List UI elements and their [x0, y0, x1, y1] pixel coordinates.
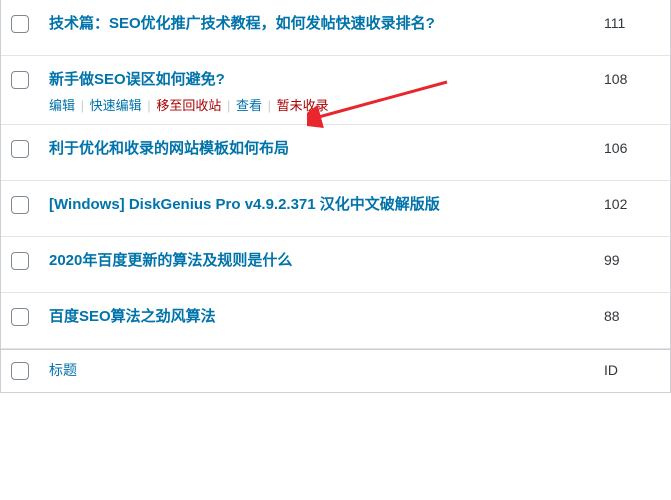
post-id: 99 — [604, 250, 660, 268]
checkbox-cell — [11, 250, 43, 270]
checkbox-cell — [11, 306, 43, 326]
post-id: 106 — [604, 138, 660, 156]
post-title-link[interactable]: [Windows] DiskGenius Pro v4.9.2.371 汉化中文… — [49, 196, 440, 213]
table-footer-row: 标题 ID — [1, 349, 670, 393]
table-row: 新手做SEO误区如何避免? 108 编辑 | 快速编辑 | 移至回收站 | 查看… — [1, 56, 670, 125]
select-all-checkbox[interactable] — [11, 362, 29, 380]
row-checkbox[interactable] — [11, 308, 29, 326]
post-id: 88 — [604, 306, 660, 324]
post-id: 108 — [604, 69, 660, 87]
post-title-link[interactable]: 利于优化和收录的网站模板如何布局 — [49, 140, 289, 157]
separator: | — [266, 98, 273, 113]
separator: | — [225, 98, 232, 113]
posts-table: 技术篇：SEO优化推广技术教程，如何发帖快速收录排名? 111 新手做SEO误区… — [0, 0, 671, 393]
separator: | — [79, 98, 86, 113]
table-row: [Windows] DiskGenius Pro v4.9.2.371 汉化中文… — [1, 181, 670, 237]
edit-action[interactable]: 编辑 — [49, 98, 75, 113]
view-action[interactable]: 查看 — [236, 98, 262, 113]
checkbox-cell — [11, 69, 43, 89]
post-id: 102 — [604, 194, 660, 212]
table-row: 2020年百度更新的算法及规则是什么 99 — [1, 237, 670, 293]
checkbox-cell — [11, 13, 43, 33]
checkbox-cell — [11, 138, 43, 158]
post-id: 111 — [604, 13, 660, 31]
unindexed-action[interactable]: 暂未收录 — [277, 98, 329, 113]
row-checkbox[interactable] — [11, 252, 29, 270]
post-title-link[interactable]: 百度SEO算法之劲风算法 — [49, 308, 216, 325]
post-title-link[interactable]: 技术篇：SEO优化推广技术教程，如何发帖快速收录排名? — [49, 15, 435, 32]
row-checkbox[interactable] — [11, 196, 29, 214]
column-header-title[interactable]: 标题 — [49, 362, 77, 378]
separator: | — [145, 98, 152, 113]
row-actions: 编辑 | 快速编辑 | 移至回收站 | 查看 | 暂未收录 — [49, 95, 329, 114]
table-row: 利于优化和收录的网站模板如何布局 106 — [1, 125, 670, 181]
checkbox-cell — [11, 360, 43, 380]
checkbox-cell — [11, 194, 43, 214]
row-checkbox[interactable] — [11, 15, 29, 33]
trash-action[interactable]: 移至回收站 — [156, 98, 221, 113]
post-title-link[interactable]: 新手做SEO误区如何避免? — [49, 71, 225, 88]
table-row: 技术篇：SEO优化推广技术教程，如何发帖快速收录排名? 111 — [1, 0, 670, 56]
post-title-link[interactable]: 2020年百度更新的算法及规则是什么 — [49, 252, 292, 269]
row-checkbox[interactable] — [11, 140, 29, 158]
column-header-id: ID — [604, 360, 660, 378]
quick-edit-action[interactable]: 快速编辑 — [90, 98, 142, 113]
row-checkbox[interactable] — [11, 71, 29, 89]
table-row: 百度SEO算法之劲风算法 88 — [1, 293, 670, 349]
